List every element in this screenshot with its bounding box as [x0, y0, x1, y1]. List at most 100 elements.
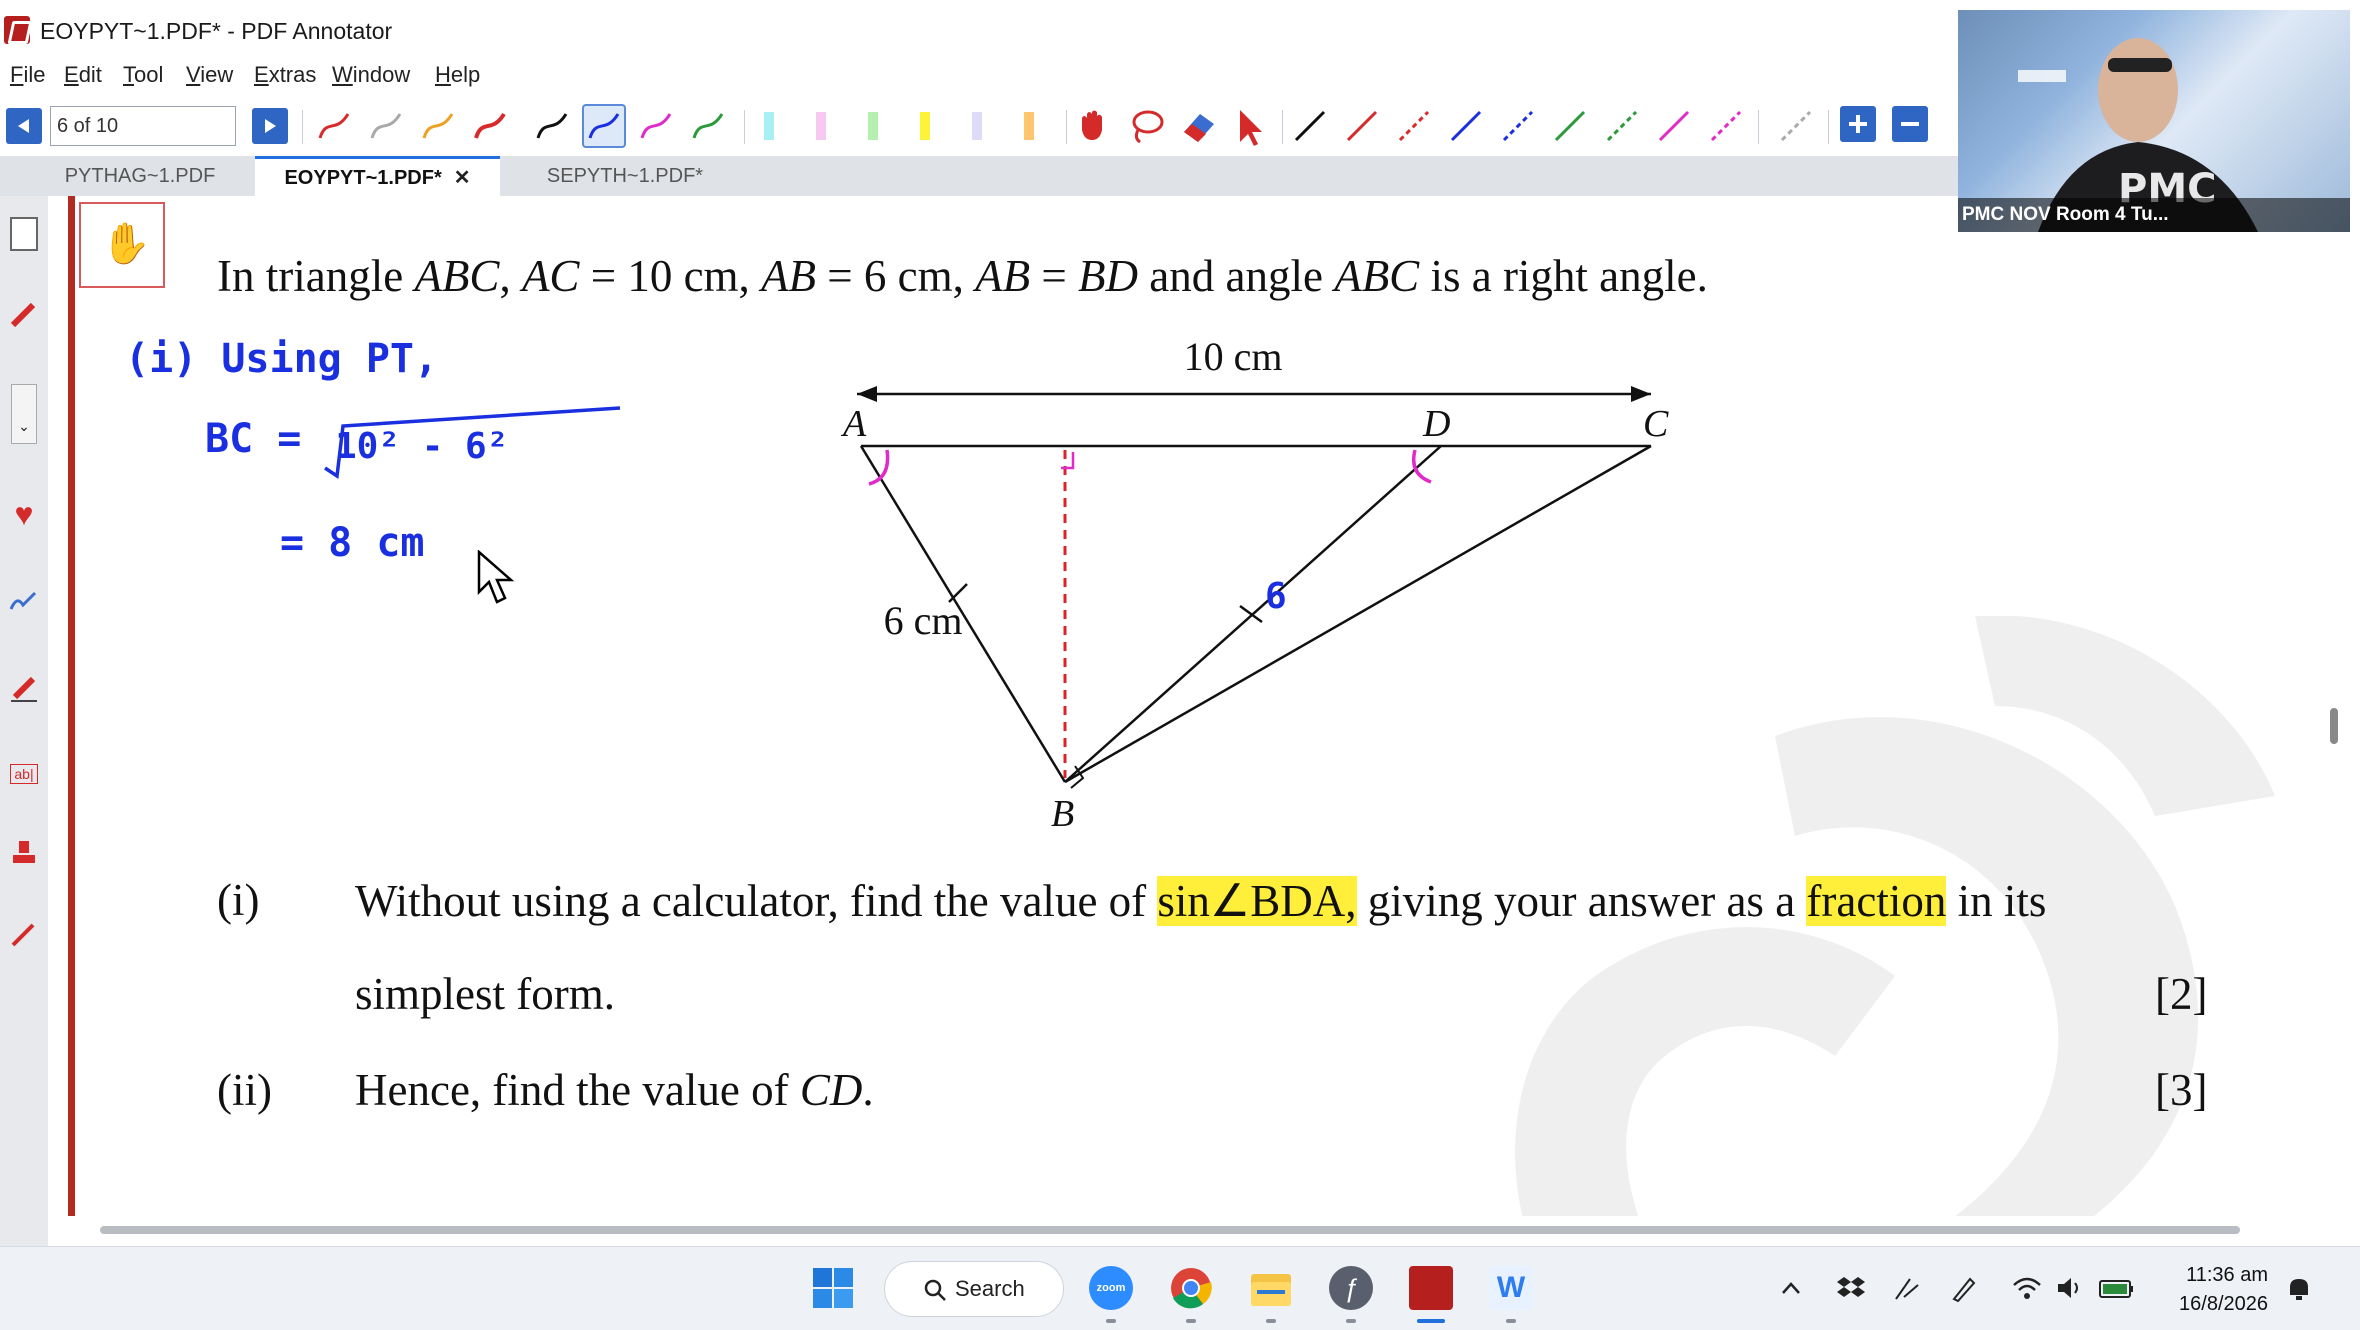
- battery-charging-icon[interactable]: [2098, 1269, 2136, 1307]
- handwriting-result: = 8 cm: [280, 520, 425, 566]
- pencil-icon[interactable]: [6, 296, 42, 332]
- windows-logo-icon: [813, 1268, 853, 1308]
- close-tab-icon[interactable]: ✕: [454, 167, 471, 189]
- line-grey-dashed-icon[interactable]: [1774, 104, 1818, 148]
- menu-window[interactable]: Window: [332, 62, 410, 88]
- zoom-icon: zoom: [1089, 1266, 1133, 1310]
- pen-red-thick-icon[interactable]: [468, 104, 512, 148]
- line-magenta-icon[interactable]: [1652, 104, 1696, 148]
- whiteboard-app-button[interactable]: W: [1486, 1263, 1536, 1323]
- pen-green-icon[interactable]: [686, 104, 730, 148]
- document-tab-bar: PYTHAG~1.PDF EOYPYT~1.PDF* ✕ SEPYTH~1.PDF…: [0, 156, 1960, 196]
- pen-stroke-icon[interactable]: [6, 586, 42, 622]
- handwritten-working: (i) Using PT, BC = 10² - 6² = 8 cm: [125, 336, 621, 566]
- highlighter-orange-icon[interactable]: [1008, 104, 1052, 148]
- chrome-app-button[interactable]: [1166, 1263, 1216, 1323]
- webcam-participant-label: PMC NOV Room 4 Tu...: [1958, 198, 2350, 232]
- menu-edit[interactable]: Edit: [64, 62, 102, 88]
- eraser-tool-icon[interactable]: [1176, 104, 1220, 148]
- arrow-tool-icon[interactable]: [6, 916, 42, 952]
- zoom-out-button[interactable]: [1892, 106, 1928, 142]
- previous-page-button[interactable]: [6, 108, 42, 144]
- pen-grey-icon[interactable]: [364, 104, 408, 148]
- plus-icon: [1849, 115, 1867, 133]
- menu-extras[interactable]: Extras: [254, 62, 316, 88]
- toolbar-separator: [744, 110, 745, 144]
- vertical-scrollbar[interactable]: [2330, 708, 2338, 744]
- text-box-icon[interactable]: ab|: [6, 756, 42, 792]
- hand-tool-icon[interactable]: [1072, 104, 1116, 148]
- search-icon: [924, 1279, 946, 1301]
- pen-input-icon[interactable]: [1888, 1269, 1926, 1307]
- pen-magenta-icon[interactable]: [634, 104, 678, 148]
- dropbox-icon[interactable]: [1832, 1269, 1870, 1307]
- mouse-pointer-icon: [477, 550, 515, 604]
- part-i-line-1: Without using a calculator, find the val…: [355, 876, 2047, 926]
- line-black-icon[interactable]: [1288, 104, 1332, 148]
- toolbar-separator: [1758, 110, 1759, 144]
- file-explorer-button[interactable]: [1246, 1263, 1296, 1323]
- highlight-fraction: fraction: [1806, 876, 1947, 926]
- triangle-diagram: 10 cm 6 cm A D C B 6: [840, 334, 1669, 835]
- pen-blue-selected-icon[interactable]: [582, 104, 626, 148]
- pen-black-icon[interactable]: [530, 104, 574, 148]
- toolbar-separator: [1828, 110, 1829, 144]
- select-arrow-icon[interactable]: [1228, 104, 1272, 148]
- menu-view[interactable]: View: [186, 62, 233, 88]
- stamp-icon[interactable]: [6, 836, 42, 872]
- line-magenta-dashed-icon[interactable]: [1704, 104, 1748, 148]
- point-c-label: C: [1643, 403, 1669, 445]
- horizontal-scrollbar[interactable]: [100, 1226, 2240, 1234]
- highlighter-pink-icon[interactable]: [800, 104, 844, 148]
- menu-help[interactable]: Help: [435, 62, 480, 88]
- menu-file[interactable]: File: [10, 62, 45, 88]
- flash-icon: ƒ: [1329, 1266, 1373, 1310]
- volume-icon[interactable]: [2052, 1269, 2090, 1307]
- zoom-app-button[interactable]: zoom: [1086, 1263, 1136, 1323]
- tab-sepyth[interactable]: SEPYTH~1.PDF*: [515, 156, 735, 196]
- heart-icon[interactable]: ♥: [6, 496, 42, 532]
- part-ii-number: (ii): [217, 1065, 272, 1115]
- taskbar-search-box[interactable]: Search: [884, 1261, 1064, 1317]
- show-hidden-icons-chevron-icon[interactable]: [1772, 1269, 1810, 1307]
- pdf-page[interactable]: In triangle ABC, AC = 10 cm, AB = 6 cm, …: [75, 196, 2320, 1216]
- menu-tool[interactable]: Tool: [123, 62, 163, 88]
- line-green-dashed-icon[interactable]: [1600, 104, 1644, 148]
- top-length-label: 10 cm: [1184, 334, 1283, 379]
- minus-icon: [1901, 122, 1919, 126]
- tab-eoypyt[interactable]: EOYPYT~1.PDF* ✕: [255, 156, 500, 196]
- lasso-tool-icon[interactable]: [1124, 104, 1168, 148]
- page-number-field[interactable]: 6 of 10: [50, 106, 236, 146]
- start-button[interactable]: [808, 1263, 858, 1313]
- pen-menu-icon[interactable]: [1944, 1269, 1982, 1307]
- pen-red-thin-icon[interactable]: [312, 104, 356, 148]
- pen-orange-icon[interactable]: [416, 104, 460, 148]
- wifi-icon[interactable]: [2008, 1269, 2046, 1307]
- line-green-icon[interactable]: [1548, 104, 1592, 148]
- tab-label: EOYPYT~1.PDF*: [284, 167, 442, 189]
- handwriting-radicand: 10² - 6²: [335, 426, 508, 467]
- handwriting-bc-equals: BC =: [205, 416, 301, 462]
- webcam-video-overlay: PMC PMC NOV Room 4 Tu...: [1958, 10, 2350, 232]
- line-red-icon[interactable]: [1340, 104, 1384, 148]
- highlighter-lavender-icon[interactable]: [956, 104, 1000, 148]
- search-label: Search: [955, 1276, 1025, 1301]
- highlighter-lightgreen-icon[interactable]: [852, 104, 896, 148]
- scroll-up-icon[interactable]: ⌄: [6, 384, 42, 444]
- highlighter-yellow-icon[interactable]: [904, 104, 948, 148]
- blank-page-icon[interactable]: [6, 216, 42, 252]
- next-page-button[interactable]: [252, 108, 288, 144]
- tab-label: SEPYTH~1.PDF*: [546, 165, 704, 187]
- line-blue-icon[interactable]: [1444, 104, 1488, 148]
- marker-icon[interactable]: [6, 670, 42, 706]
- flash-app-button[interactable]: ƒ: [1326, 1263, 1376, 1323]
- system-clock[interactable]: 11:36 am 16/8/2026: [2160, 1261, 2268, 1319]
- point-d-label: D: [1422, 403, 1450, 445]
- tab-pythag[interactable]: PYTHAG~1.PDF: [30, 156, 250, 196]
- pdf-annotator-taskbar-button[interactable]: [1406, 1263, 1456, 1323]
- zoom-in-button[interactable]: [1840, 106, 1876, 142]
- highlighter-cyan-icon[interactable]: [748, 104, 792, 148]
- notifications-icon[interactable]: [2280, 1269, 2318, 1307]
- line-red-dashed-icon[interactable]: [1392, 104, 1436, 148]
- line-blue-dashed-icon[interactable]: [1496, 104, 1540, 148]
